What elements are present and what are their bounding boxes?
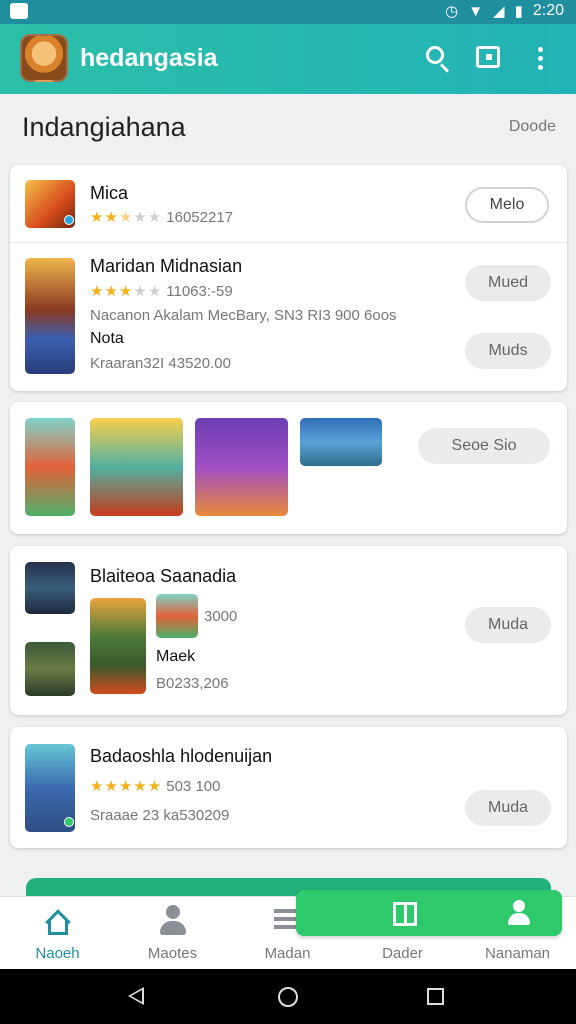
grid-icon[interactable] — [393, 902, 417, 926]
app-bar: hedangasia — [0, 24, 576, 94]
verified-badge-icon — [64, 817, 74, 827]
nav-label: Dader — [382, 945, 423, 962]
status-bar: ◷ ▼ ◢ ▮ 2:20 — [0, 0, 576, 24]
install-button-c1[interactable]: Melo — [465, 187, 549, 223]
floating-action-bar[interactable] — [296, 890, 562, 936]
nav-item-profile[interactable]: Maotes — [115, 897, 230, 970]
app-logo-avatar[interactable] — [20, 34, 68, 82]
app-price: Sraaae 23 ka530209 — [90, 807, 230, 824]
app-title: hedangasia — [80, 44, 218, 72]
more-vert-icon[interactable] — [530, 44, 560, 74]
app-thumbnail[interactable] — [25, 642, 75, 696]
app-title-c1: Mica — [90, 183, 129, 203]
account-icon[interactable] — [507, 900, 531, 926]
see-more-button[interactable]: Seoe Sio — [418, 428, 550, 464]
app-description: Nacanon Akalam MecBary, SN3 RI3 900 6oos — [90, 307, 397, 324]
divider — [10, 242, 567, 243]
app-thumbnail[interactable] — [25, 258, 75, 374]
app-price: B0233,206 — [156, 675, 229, 692]
app-meta: Nota — [90, 330, 124, 347]
app-title-c5: Badaoshla hlodenuijan — [90, 746, 273, 766]
nav-label: Maotes — [147, 945, 198, 962]
wifi-icon: ▼ — [468, 2, 484, 20]
action-button-c2a[interactable]: Mued — [465, 265, 551, 301]
rating-stars: ★★★★★ 503 100 — [90, 778, 221, 795]
rating-stars: ★★★★★ 11063:-59 — [90, 283, 233, 300]
nav-item-home[interactable]: Naoeh — [0, 897, 115, 970]
action-button-c5[interactable]: Muda — [465, 790, 551, 826]
status-time: 2:20 — [532, 2, 564, 19]
app-price: Kraaran32I 43520.00 — [90, 355, 231, 372]
action-button-c2b[interactable]: Muds — [465, 333, 551, 369]
game-thumbnail[interactable] — [195, 418, 288, 516]
nav-label: Nanaman — [484, 945, 551, 962]
section-title: Indangiahana — [22, 112, 186, 142]
signal-icon: ◢ — [493, 3, 505, 20]
app-title-c4: Blaiteoa Saanadia — [90, 566, 237, 586]
app-thumbnail[interactable] — [25, 562, 75, 614]
search-icon[interactable] — [422, 44, 452, 74]
alarm-icon: ◷ — [445, 3, 459, 20]
app-list-card-4: Blaiteoa Saanadia 3000 Maek B0233,206 Mu… — [10, 546, 567, 715]
notification-icon — [10, 3, 28, 19]
section-more-link[interactable]: Doode — [509, 118, 556, 136]
game-thumbnail[interactable] — [300, 418, 382, 466]
action-button-c4[interactable]: Muda — [465, 607, 551, 643]
back-icon-inner — [131, 990, 142, 1002]
game-thumbnail[interactable] — [156, 594, 198, 638]
recents-icon[interactable] — [427, 988, 444, 1005]
app-value: 3000 — [204, 608, 238, 625]
battery-icon: ▮ — [514, 3, 523, 20]
cast-icon[interactable] — [474, 44, 504, 74]
game-thumbnail[interactable] — [25, 418, 75, 516]
app-list-card-1: Mica ★★★★★ 16052217 Melo Maridan Midnasia… — [10, 165, 567, 391]
person-icon — [158, 905, 188, 937]
app-list-card-5: Badaoshla hlodenuijan ★★★★★ 503 100 Sraaa… — [10, 727, 567, 848]
game-thumbnail[interactable] — [90, 598, 146, 694]
game-thumbnail[interactable] — [90, 418, 183, 516]
nav-label: Madan — [264, 945, 311, 962]
list-icon — [274, 907, 298, 933]
app-meta: Maek — [156, 648, 196, 665]
nav-label: Naoeh — [35, 945, 80, 962]
system-nav-bar — [0, 969, 576, 1024]
rating-stars: ★★★★★ 16052217 — [90, 209, 234, 226]
featured-games-card: Seoe Sio — [10, 402, 567, 534]
app-title-c2: Maridan Midnasian — [90, 256, 243, 276]
home-icon — [43, 907, 73, 935]
verified-badge-icon — [64, 215, 74, 225]
home-circle-icon[interactable] — [278, 987, 298, 1007]
